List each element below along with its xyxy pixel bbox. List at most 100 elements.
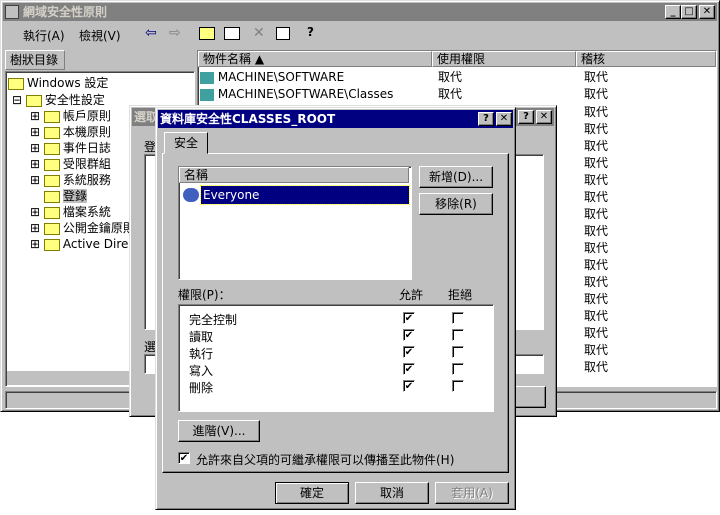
list-item: 取代 (584, 122, 609, 136)
deny-checkbox[interactable] (452, 380, 464, 392)
permission-name: 刪除 (189, 381, 214, 395)
list-item: 取代 (584, 343, 609, 357)
allow-header: 允許 (399, 288, 424, 302)
menu-action[interactable]: 執行(A) (23, 27, 65, 44)
list-item: 取代 (584, 275, 609, 289)
advanced-button[interactable]: 進階(V)... (178, 420, 260, 442)
folder-icon (43, 222, 60, 235)
tree-item-windows-settings[interactable]: Windows 設定 (8, 75, 108, 91)
user-list-header: 名稱 (179, 167, 409, 183)
help-icon[interactable]: ? (307, 25, 314, 39)
tree-item-account-policy[interactable]: ⊞ 帳戶原則 (30, 108, 111, 124)
folder-icon (43, 158, 60, 171)
list-item: 取代 (584, 224, 609, 238)
inherit-option[interactable]: ✔ 允許來自父項的可繼承權限可以傳播至此物件(H) (178, 450, 498, 467)
deny-checkbox[interactable] (452, 346, 464, 358)
inherit-checkbox[interactable]: ✔ (178, 452, 190, 464)
permission-row: 刪除 ✔ (189, 379, 485, 396)
allow-checkbox[interactable]: ✔ (403, 346, 415, 358)
tree-hscrollbar[interactable] (7, 371, 135, 385)
folder-icon (44, 190, 60, 203)
delete-icon[interactable]: ✕ (253, 25, 265, 41)
permissions-label: 權限(P)： (178, 288, 231, 302)
col-header-name[interactable]: 物件名稱 ▲ (198, 51, 432, 67)
col-header-audit[interactable]: 稽核 (576, 51, 716, 67)
cancel-button[interactable]: 取消 (355, 482, 429, 504)
user-list: 名稱 Everyone (178, 166, 412, 280)
deny-checkbox[interactable] (452, 312, 464, 324)
security-dialog-title: 資料庫安全性CLASSES_ROOT (160, 112, 336, 126)
selected-user: Everyone (200, 185, 410, 205)
permission-name: 完全控制 (189, 313, 238, 327)
dialog-close-button[interactable]: ✕ (496, 112, 512, 126)
list-item: 取代 (584, 105, 609, 119)
permission-name: 讀取 (189, 330, 214, 344)
folder-icon (43, 126, 60, 139)
back-icon[interactable]: ⇦ (145, 25, 157, 41)
close-button[interactable]: ✕ (699, 5, 715, 19)
group-icon (183, 188, 199, 202)
list-item: 取代 (584, 139, 609, 153)
list-item: 取代 (584, 241, 609, 255)
up-folder-icon[interactable] (199, 27, 215, 40)
list-row[interactable]: MACHINE\SOFTWARE\Classes 取代 取代 (200, 86, 714, 103)
folder-icon (43, 142, 60, 155)
registry-key-icon (200, 88, 214, 101)
tree-item-file-system[interactable]: ⊞ 檔案系統 (30, 204, 111, 220)
tree-item-registry[interactable]: 登錄 (44, 188, 88, 204)
list-item[interactable]: Everyone (181, 185, 410, 205)
tree-tab[interactable]: 樹狀目錄 (5, 50, 65, 70)
tree-item-restricted-groups[interactable]: ⊞ 受限群組 (30, 156, 111, 172)
audit-column-values: 取代 取代 取代 取代 取代 取代 取代 取代 取代 取代 取代 取代 取代 取… (584, 104, 608, 376)
allow-checkbox[interactable]: ✔ (403, 380, 415, 392)
folder-icon (43, 110, 60, 123)
list-item: 取代 (584, 360, 609, 374)
tree-item-system-services[interactable]: ⊞ 系統服務 (30, 172, 111, 188)
tab-security[interactable]: 安全 (164, 132, 208, 154)
list-item: 取代 (584, 309, 609, 323)
forward-icon[interactable]: ⇨ (169, 25, 181, 41)
select-help-button[interactable]: ? (518, 110, 534, 124)
menu-view[interactable]: 檢視(V) (79, 27, 121, 44)
list-item: 取代 (584, 326, 609, 340)
allow-checkbox[interactable]: ✔ (403, 312, 415, 324)
maximize-button[interactable]: □ (681, 5, 697, 19)
minimize-button[interactable]: _ (665, 5, 681, 19)
security-dialog: 資料庫安全性CLASSES_ROOT ? ✕ 安全 名稱 Everyone 新增… (155, 107, 516, 510)
toolbar: 執行(A) 檢視(V) ⇦ ⇨ ✕ ? (3, 23, 717, 45)
col-header-permission[interactable]: 使用權限 (432, 51, 576, 67)
list-item: 取代 (584, 156, 609, 170)
folder-icon (43, 174, 60, 187)
ok-button[interactable]: 確定 (275, 482, 349, 504)
deny-header: 拒絕 (448, 288, 473, 302)
allow-checkbox[interactable]: ✔ (403, 363, 415, 375)
list-item: 取代 (584, 292, 609, 306)
remove-button[interactable]: 移除(R) (419, 193, 493, 215)
app-icon (5, 5, 19, 19)
permission-row: 讀取 ✔ (189, 328, 485, 345)
allow-checkbox[interactable]: ✔ (403, 329, 415, 341)
security-dialog-titlebar: 資料庫安全性CLASSES_ROOT ? ✕ (158, 110, 513, 128)
show-tree-icon[interactable] (224, 27, 240, 40)
deny-checkbox[interactable] (452, 363, 464, 375)
select-close-button[interactable]: ✕ (536, 110, 552, 124)
folder-icon (43, 206, 60, 219)
folder-icon (8, 77, 24, 90)
apply-button[interactable]: 套用(A) (435, 482, 509, 504)
permission-row: 寫入 ✔ (189, 362, 485, 379)
tree-item-security-settings[interactable]: ⊟ 安全性設定 (12, 92, 105, 108)
permission-row: 完全控制 ✔ (189, 311, 485, 328)
tree-item-local-policy[interactable]: ⊞ 本機原則 (30, 124, 111, 140)
main-title: 網域安全性原則 (23, 5, 108, 19)
permission-row: 執行 ✔ (189, 345, 485, 362)
export-icon[interactable] (276, 27, 290, 40)
deny-checkbox[interactable] (452, 329, 464, 341)
tree-item-public-key[interactable]: ⊞ 公開金鑰原則 (30, 220, 135, 236)
list-row[interactable]: MACHINE\SOFTWARE 取代 取代 (200, 69, 714, 86)
inherit-label: 允許來自父項的可繼承權限可以傳播至此物件(H) (196, 453, 455, 467)
tree-item-event-log[interactable]: ⊞ 事件日誌 (30, 140, 111, 156)
permissions-list: 完全控制 ✔ 讀取 ✔ 執行 ✔ 寫入 ✔ 刪除 ✔ (178, 304, 494, 412)
shield-icon (25, 94, 42, 107)
add-button[interactable]: 新增(D)... (419, 166, 493, 188)
dialog-help-button[interactable]: ? (478, 112, 494, 126)
